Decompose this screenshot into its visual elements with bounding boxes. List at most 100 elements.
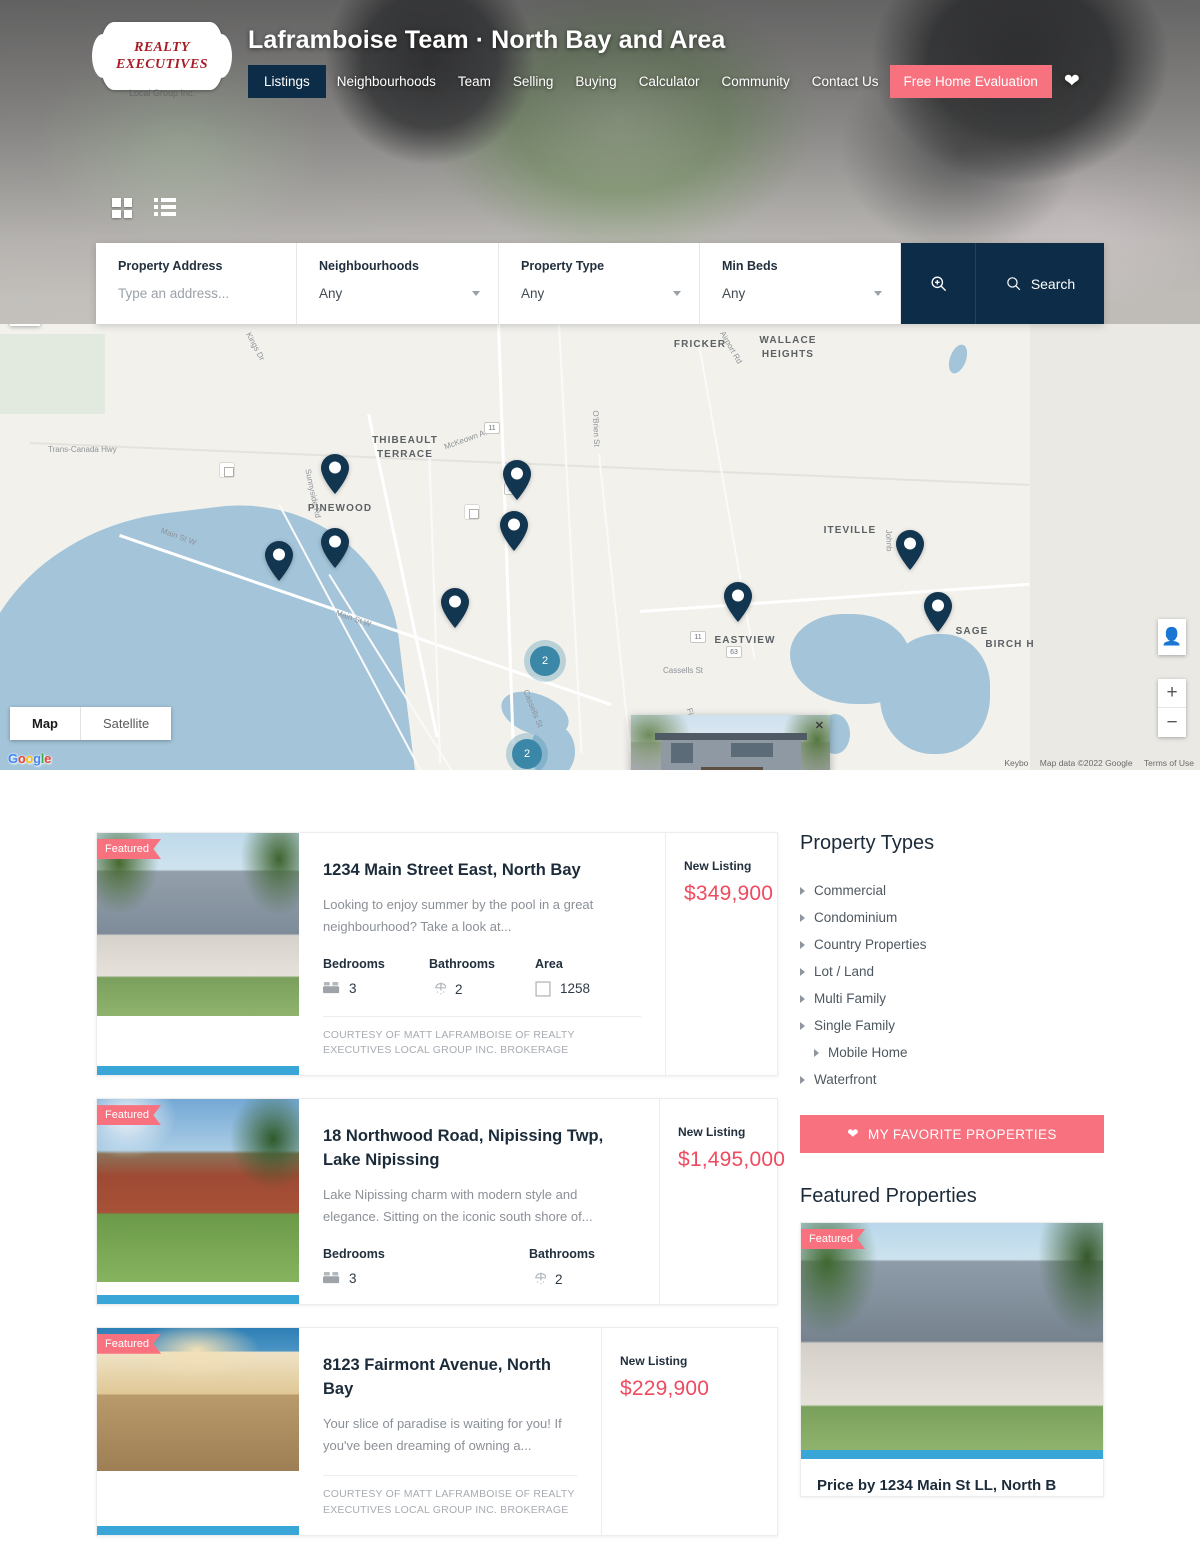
- search-label-neighbourhoods: Neighbourhoods: [319, 259, 419, 273]
- list-view-icon[interactable]: [154, 198, 176, 220]
- listing-photo[interactable]: Featured: [97, 1099, 299, 1304]
- property-type-label: Country Properties: [814, 937, 927, 952]
- caret-right-icon: [800, 994, 805, 1003]
- min-beds-select-value[interactable]: Any: [722, 286, 880, 301]
- listing-specs: Bedrooms 3 Bathrooms 2 Area 1258: [323, 957, 641, 998]
- map-pin[interactable]: [921, 590, 955, 634]
- listing-card[interactable]: Featured 1234 Main Street East, North Ba…: [96, 832, 778, 1077]
- neighbourhoods-select-value[interactable]: Any: [319, 286, 478, 301]
- featured-property-title[interactable]: Price by 1234 Main St LL, North B: [801, 1459, 1103, 1496]
- sidebar: Property Types Commercial Condominium Co…: [800, 832, 1104, 1558]
- listing-photo[interactable]: Featured: [97, 1327, 299, 1535]
- property-map[interactable]: FRICKER WALLACE HEIGHTS THIBEAULT TERRAC…: [0, 324, 1200, 770]
- map-type-satellite[interactable]: Satellite: [81, 707, 171, 740]
- nav-item-buying[interactable]: Buying: [564, 65, 627, 98]
- fullscreen-icon[interactable]: [10, 324, 40, 326]
- map-pin[interactable]: [721, 580, 755, 624]
- map-canvas[interactable]: FRICKER WALLACE HEIGHTS THIBEAULT TERRAC…: [0, 324, 1034, 770]
- spec-bedrooms: Bedrooms 3: [323, 1247, 529, 1288]
- map-zoom-in-button[interactable]: +: [1158, 679, 1186, 708]
- listing-title[interactable]: 1234 Main Street East, North Bay: [323, 859, 641, 883]
- property-type-label: Multi Family: [814, 991, 887, 1006]
- nav-item-selling[interactable]: Selling: [502, 65, 565, 98]
- map-road-label: Trans-Canada Hwy: [48, 445, 117, 454]
- property-type-condominium[interactable]: Condominium: [800, 904, 1104, 931]
- free-home-evaluation-button[interactable]: Free Home Evaluation: [889, 65, 1052, 98]
- search-button[interactable]: Search: [975, 243, 1104, 324]
- nav-item-team[interactable]: Team: [447, 65, 502, 98]
- close-icon[interactable]: ✕: [815, 719, 824, 732]
- property-type-select-value[interactable]: Any: [521, 286, 679, 301]
- map-label-eastview: EASTVIEW: [714, 635, 776, 646]
- caret-right-icon: [800, 913, 805, 922]
- spec-area: Area 1258: [535, 957, 641, 998]
- property-type-multi-family[interactable]: Multi Family: [800, 985, 1104, 1012]
- caret-right-icon: [800, 1075, 805, 1084]
- listing-title[interactable]: 18 Northwood Road, Nipissing Twp, Lake N…: [323, 1125, 635, 1173]
- map-pin[interactable]: [262, 539, 296, 583]
- search-field-min-beds[interactable]: Min Beds Any: [700, 243, 901, 324]
- my-favorite-properties-button[interactable]: ❤ MY FAVORITE PROPERTIES: [800, 1115, 1104, 1153]
- heart-icon: ❤: [847, 1126, 859, 1141]
- map-pin[interactable]: [893, 528, 927, 572]
- featured-property-card[interactable]: Featured Price by 1234 Main St LL, North…: [800, 1222, 1104, 1497]
- divider: [323, 1475, 577, 1477]
- nav-item-calculator[interactable]: Calculator: [628, 65, 711, 98]
- map-water-pond: [880, 634, 990, 754]
- search-field-property-type[interactable]: Property Type Any: [499, 243, 700, 324]
- listing-price: $1,495,000: [678, 1148, 786, 1172]
- map-type-toggle[interactable]: Map Satellite: [10, 707, 172, 740]
- property-type-label: Lot / Land: [814, 964, 875, 979]
- map-info-window[interactable]: ✕ 1234 Bank Street $359,900: [631, 715, 830, 770]
- map-pin[interactable]: [438, 586, 472, 630]
- listing-card[interactable]: Featured 8123 Fairmont Avenue, North Bay…: [96, 1326, 778, 1536]
- property-type-label: Condominium: [814, 910, 898, 925]
- map-pin[interactable]: [318, 526, 352, 570]
- map-type-map[interactable]: Map: [10, 707, 81, 740]
- search-label-min-beds: Min Beds: [722, 259, 778, 273]
- listing-photo[interactable]: Featured: [97, 833, 299, 1076]
- property-type-country-properties[interactable]: Country Properties: [800, 931, 1104, 958]
- heart-icon[interactable]: ❤: [1064, 70, 1080, 93]
- street-view-pegman-icon[interactable]: 👤: [1158, 619, 1186, 655]
- map-road: [598, 454, 632, 753]
- nav-item-community[interactable]: Community: [710, 65, 800, 98]
- map-pin[interactable]: [497, 509, 531, 553]
- property-type-single-family[interactable]: Single Family: [800, 1012, 1104, 1039]
- search-input[interactable]: Type an address...: [118, 286, 276, 301]
- property-types-list: Commercial Condominium Country Propertie…: [800, 877, 1104, 1093]
- view-toggle-group: [112, 198, 176, 220]
- map-zoom-controls[interactable]: + −: [1158, 679, 1186, 737]
- property-type-mobile-home[interactable]: Mobile Home: [800, 1039, 1104, 1066]
- search-field-property-address[interactable]: Property Address Type an address...: [96, 243, 297, 324]
- nav-item-contact-us[interactable]: Contact Us: [801, 65, 890, 98]
- listing-title[interactable]: 8123 Fairmont Avenue, North Bay: [323, 1354, 577, 1402]
- map-pin[interactable]: [500, 458, 534, 502]
- spec-value: 2: [555, 1271, 563, 1287]
- caret-right-icon: [800, 1021, 805, 1030]
- property-type-lot-land[interactable]: Lot / Land: [800, 958, 1104, 985]
- grid-view-icon[interactable]: [112, 198, 134, 220]
- nav-item-neighbourhoods[interactable]: Neighbourhoods: [326, 65, 447, 98]
- shower-icon: [535, 1272, 546, 1285]
- search-label-property-address: Property Address: [118, 259, 223, 273]
- property-type-waterfront[interactable]: Waterfront: [800, 1066, 1104, 1093]
- search-button-label: Search: [1030, 275, 1076, 292]
- map-cluster-marker[interactable]: 2: [512, 739, 542, 769]
- property-type-commercial[interactable]: Commercial: [800, 877, 1104, 904]
- map-zoom-out-button[interactable]: −: [1158, 708, 1186, 737]
- status-badge: New Listing: [678, 1125, 746, 1140]
- map-pin[interactable]: [318, 452, 352, 496]
- map-route-shield: 11: [690, 631, 706, 643]
- map-label-thibeault-terrace: THIBEAULT TERRACE: [372, 435, 438, 460]
- listing-card[interactable]: Featured 18 Northwood Road, Nipissing Tw…: [96, 1098, 785, 1305]
- site-logo[interactable]: REALTY EXECUTIVES Local Group Inc.: [92, 18, 232, 104]
- map-cluster-marker[interactable]: 2: [530, 646, 560, 676]
- nav-item-listings[interactable]: Listings: [248, 65, 326, 98]
- search-label-property-type: Property Type: [521, 259, 605, 273]
- site-header: REALTY EXECUTIVES Local Group Inc. Lafra…: [0, 0, 1200, 104]
- search-field-neighbourhoods[interactable]: Neighbourhoods Any: [297, 243, 499, 324]
- featured-property-photo[interactable]: Featured: [801, 1223, 1103, 1459]
- zoom-in-icon[interactable]: [901, 274, 975, 293]
- map-terms-of-use[interactable]: Terms of Use: [1144, 758, 1194, 768]
